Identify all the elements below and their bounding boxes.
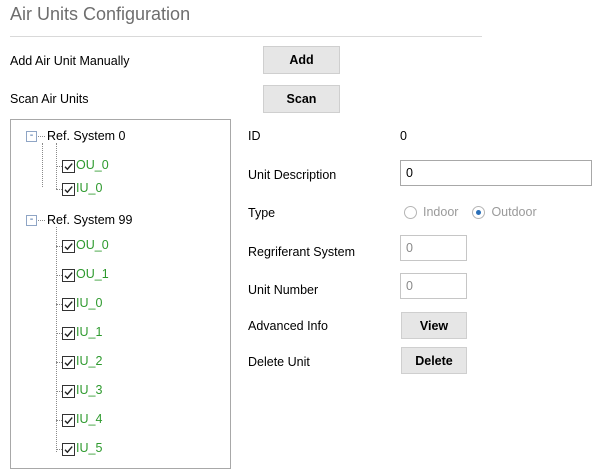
radio-outdoor-label: Outdoor — [491, 205, 537, 219]
tree-connector — [42, 143, 43, 187]
tree-child-checkbox[interactable] — [62, 298, 75, 311]
check-icon — [64, 417, 73, 425]
air-units-tree[interactable]: - Ref. System 0 OU_0 IU_0 - Ref. System … — [10, 119, 231, 469]
tree-child-checkbox[interactable] — [62, 240, 75, 253]
check-icon — [64, 330, 73, 338]
tree-connector — [38, 220, 45, 221]
tree-child-checkbox[interactable] — [62, 414, 75, 427]
check-icon — [64, 243, 73, 251]
id-label: ID — [248, 129, 261, 143]
scan-button[interactable]: Scan — [263, 85, 340, 113]
tree-child-label[interactable]: IU_5 — [76, 441, 102, 455]
tree-child-label[interactable]: IU_2 — [76, 354, 102, 368]
header-divider — [10, 36, 482, 37]
radio-selected-dot — [476, 209, 482, 215]
collapse-icon[interactable]: - — [26, 131, 37, 142]
tree-child-label[interactable]: IU_0 — [76, 181, 102, 195]
radio-indoor-label: Indoor — [423, 205, 459, 219]
tree-child-checkbox[interactable] — [62, 269, 75, 282]
refrigerant-system-input[interactable] — [400, 235, 467, 261]
check-icon — [64, 359, 73, 367]
tree-child-label[interactable]: IU_3 — [76, 383, 102, 397]
check-icon — [64, 186, 73, 194]
unit-number-input[interactable] — [400, 273, 467, 299]
tree-connector — [56, 227, 57, 452]
unit-description-input[interactable] — [400, 160, 592, 186]
scan-air-units-label: Scan Air Units — [10, 92, 89, 106]
tree-child-label[interactable]: OU_0 — [76, 238, 109, 252]
add-air-unit-label: Add Air Unit Manually — [10, 54, 130, 68]
page-title: Air Units Configuration — [10, 4, 191, 24]
id-value: 0 — [400, 129, 407, 143]
tree-child-checkbox[interactable] — [62, 327, 75, 340]
type-radio-group: Indoor Outdoor — [404, 205, 545, 219]
tree-child-checkbox[interactable] — [62, 183, 75, 196]
unit-number-label: Unit Number — [248, 283, 319, 297]
radio-indoor[interactable] — [404, 205, 417, 219]
tree-child-checkbox[interactable] — [62, 356, 75, 369]
tree-child-label[interactable]: IU_1 — [76, 325, 102, 339]
tree-child-checkbox[interactable] — [62, 443, 75, 456]
refrigerant-system-label: Regriferant System — [248, 245, 355, 259]
check-icon — [64, 272, 73, 280]
tree-connector — [38, 136, 45, 137]
delete-unit-label: Delete Unit — [248, 355, 310, 369]
check-icon — [64, 301, 73, 309]
check-icon — [64, 446, 73, 454]
delete-button[interactable]: Delete — [401, 347, 467, 374]
type-label: Type — [248, 206, 276, 220]
check-icon — [64, 388, 73, 396]
unit-description-label: Unit Description — [248, 168, 337, 182]
tree-child-label[interactable]: IU_4 — [76, 412, 102, 426]
tree-node-system[interactable]: Ref. System 0 — [47, 129, 126, 143]
collapse-icon[interactable]: - — [26, 215, 37, 226]
tree-child-checkbox[interactable] — [62, 385, 75, 398]
radio-outdoor[interactable] — [472, 205, 486, 219]
tree-child-label[interactable]: IU_0 — [76, 296, 102, 310]
tree-node-system[interactable]: Ref. System 99 — [47, 213, 132, 227]
tree-child-label[interactable]: OU_1 — [76, 267, 109, 281]
view-button[interactable]: View — [401, 312, 467, 339]
advanced-info-label: Advanced Info — [248, 319, 328, 333]
tree-child-label[interactable]: OU_0 — [76, 158, 109, 172]
add-button[interactable]: Add — [263, 46, 340, 74]
tree-child-checkbox[interactable] — [62, 160, 75, 173]
check-icon — [64, 163, 73, 171]
